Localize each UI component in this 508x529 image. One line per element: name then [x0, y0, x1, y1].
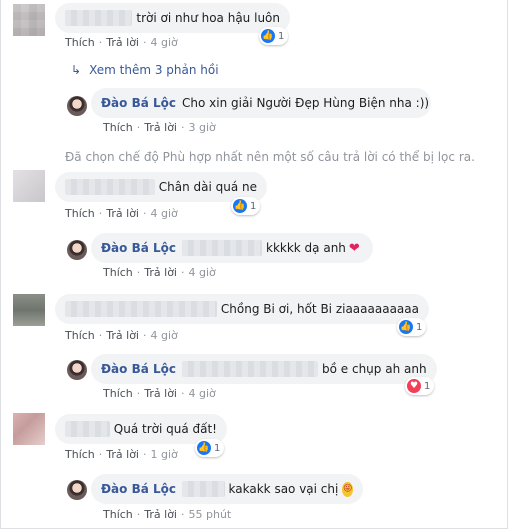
- heart-icon: ❤: [348, 240, 360, 256]
- like-link[interactable]: Thích: [103, 508, 133, 521]
- author-name[interactable]: Đào Bá Lộc: [101, 96, 176, 110]
- comment-actions: Thích · Trả lời · 4 giờ: [103, 266, 216, 279]
- timestamp[interactable]: 55 phút: [189, 508, 232, 521]
- comment-text: kkkkk dạ anh: [266, 241, 346, 255]
- thumbs-up-icon: 👍: [197, 441, 211, 455]
- reaction-count[interactable]: 👍 1: [259, 27, 289, 45]
- reply-bubble: Đào Bá Lộc kkkkk dạ anh ❤: [91, 233, 373, 263]
- heart-icon: ♥: [407, 379, 421, 393]
- like-link[interactable]: Thích: [65, 329, 95, 342]
- author-name[interactable]: Đào Bá Lộc: [101, 241, 176, 255]
- timestamp[interactable]: 4 giờ: [151, 329, 178, 342]
- avatar[interactable]: [13, 413, 45, 445]
- reply-arrow-icon: ↳: [71, 63, 82, 77]
- comment-text: kakakk sao vại chị: [228, 482, 339, 496]
- redacted-name: [182, 481, 225, 497]
- page-avatar[interactable]: [67, 480, 87, 500]
- comment-actions: Thích · Trả lời · 4 giờ: [65, 207, 178, 220]
- like-link[interactable]: Thích: [103, 266, 133, 279]
- reply-link[interactable]: Trả lời: [144, 266, 177, 279]
- tongue-emoji-icon: 😜: [342, 481, 353, 497]
- redacted-name: [65, 10, 133, 26]
- page-avatar[interactable]: [67, 240, 87, 260]
- more-replies-link[interactable]: ↳ Xem thêm 3 phản hồi: [71, 63, 219, 77]
- redacted-name: [182, 361, 318, 377]
- reply-bubble: Đào Bá Lộc Cho xin giải Người Đẹp Hùng B…: [91, 88, 431, 118]
- page-avatar[interactable]: [67, 360, 87, 380]
- reaction-count[interactable]: 👍 1: [397, 318, 427, 336]
- reply-link[interactable]: Trả lời: [106, 448, 139, 461]
- reply-link[interactable]: Trả lời: [144, 121, 177, 134]
- timestamp[interactable]: 1 giờ: [151, 448, 178, 461]
- reply-link[interactable]: Trả lời: [106, 36, 139, 49]
- reply-link[interactable]: Trả lời: [144, 387, 177, 400]
- avatar[interactable]: [13, 170, 45, 202]
- reaction-count[interactable]: 👍 1: [231, 197, 261, 215]
- redacted-name: [65, 421, 110, 437]
- reply-link[interactable]: Trả lời: [144, 508, 177, 521]
- comment-text: Cho xin giải Người Đẹp Hùng Biện nha :)): [182, 96, 430, 110]
- comment-actions: Thích · Trả lời · 3 giờ: [103, 121, 216, 134]
- comment-text: Chồng Bi ơi, hốt Bi ziaaaaaaaaaa: [220, 302, 419, 316]
- like-link[interactable]: Thích: [65, 207, 95, 220]
- reply-bubble: Đào Bá Lộc kakakk sao vại chị 😜: [91, 474, 363, 504]
- avatar[interactable]: [13, 4, 45, 36]
- author-name[interactable]: Đào Bá Lộc: [101, 482, 176, 496]
- comment-text: trời ơi như hoa hậu luôn: [136, 11, 280, 25]
- author-name[interactable]: Đào Bá Lộc: [101, 362, 176, 376]
- comment-text: Chân dài quá ne: [158, 180, 257, 194]
- reply-link[interactable]: Trả lời: [106, 329, 139, 342]
- comment-actions: Thích · Trả lời · 1 giờ: [65, 448, 178, 461]
- reaction-count[interactable]: 👍 1: [195, 439, 225, 457]
- reply-link[interactable]: Trả lời: [106, 207, 139, 220]
- redacted-name: [65, 179, 155, 195]
- thumbs-up-icon: 👍: [233, 199, 247, 213]
- comment-actions: Thích · Trả lời · 4 giờ: [65, 329, 178, 342]
- filter-notice: Đã chọn chế độ Phù hợp nhất nên một số c…: [65, 150, 475, 164]
- like-link[interactable]: Thích: [65, 36, 95, 49]
- timestamp[interactable]: 4 giờ: [189, 387, 216, 400]
- reply-bubble: Đào Bá Lộc bồ e chụp ah anh: [91, 354, 437, 384]
- comment-actions: Thích · Trả lời · 55 phút: [103, 508, 232, 521]
- comment-section: trời ơi như hoa hậu luôn 👍 1 Thích · Trả l…: [0, 0, 508, 529]
- thumbs-up-icon: 👍: [261, 29, 275, 43]
- avatar[interactable]: [13, 294, 45, 326]
- page-avatar[interactable]: [67, 96, 87, 116]
- like-link[interactable]: Thích: [103, 121, 133, 134]
- thumbs-up-icon: 👍: [399, 320, 413, 334]
- comment-text: Quá trời quá đất!: [113, 422, 217, 436]
- redacted-name: [65, 301, 217, 317]
- timestamp[interactable]: 4 giờ: [151, 207, 178, 220]
- like-link[interactable]: Thích: [103, 387, 133, 400]
- reaction-count[interactable]: ♥ 1: [405, 377, 435, 395]
- comment-bubble: Chồng Bi ơi, hốt Bi ziaaaaaaaaaa: [55, 294, 429, 324]
- timestamp[interactable]: 4 giờ: [189, 266, 216, 279]
- comment-text: bồ e chụp ah anh: [322, 362, 427, 376]
- comment-actions: Thích · Trả lời · 4 giờ: [65, 36, 178, 49]
- redacted-name: [182, 240, 262, 256]
- comment-bubble: trời ơi như hoa hậu luôn: [55, 3, 290, 33]
- timestamp[interactable]: 4 giờ: [151, 36, 178, 49]
- timestamp[interactable]: 3 giờ: [189, 121, 216, 134]
- comment-actions: Thích · Trả lời · 4 giờ: [103, 387, 216, 400]
- like-link[interactable]: Thích: [65, 448, 95, 461]
